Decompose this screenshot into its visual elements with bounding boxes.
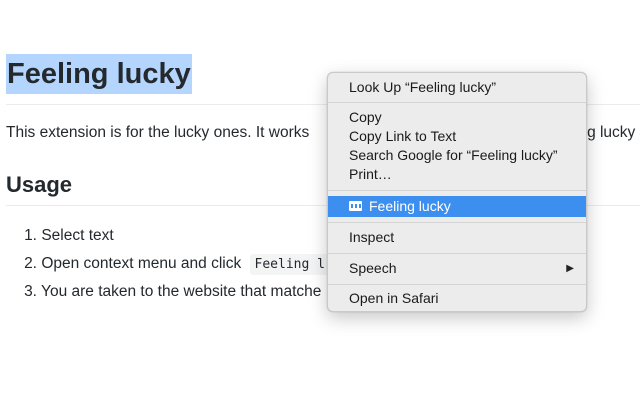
menu-separator <box>328 253 586 254</box>
list-item: 1. Select text <box>6 222 330 250</box>
menu-item-feeling-lucky[interactable]: Feeling lucky <box>328 196 586 217</box>
usage-heading: Usage <box>6 172 73 197</box>
step-number: 2. <box>24 255 37 272</box>
menu-item-label: Feeling lucky <box>369 198 451 214</box>
intro-text: This extension is for the lucky ones. It… <box>6 124 310 141</box>
menu-item-look-up[interactable]: Look Up “Feeling lucky” <box>328 78 586 97</box>
step-text: Open context menu and click <box>41 255 242 272</box>
inline-code: Feeling l <box>249 254 330 275</box>
page-title[interactable]: Feeling lucky <box>6 54 192 94</box>
menu-item-speech[interactable]: Speech ▶ <box>328 259 586 278</box>
menu-item-label: Speech <box>349 260 397 276</box>
context-menu: Look Up “Feeling lucky” Copy Copy Link t… <box>327 72 587 312</box>
menu-separator <box>328 222 586 223</box>
menu-item-print[interactable]: Print… <box>328 165 586 184</box>
step-text: You are taken to the website that matche <box>41 283 322 300</box>
menu-item-copy[interactable]: Copy <box>328 108 586 127</box>
menu-item-search-google[interactable]: Search Google for “Feeling lucky” <box>328 146 586 165</box>
submenu-arrow-icon: ▶ <box>566 263 574 274</box>
step-text: Select text <box>41 227 114 244</box>
list-item: 2. Open context menu and click Feeling l <box>6 250 330 278</box>
menu-separator <box>328 190 586 191</box>
extension-icon <box>349 200 362 211</box>
page: Feeling lucky This extension is for the … <box>0 0 640 400</box>
list-item: 3. You are taken to the website that mat… <box>6 278 330 306</box>
usage-steps: 1. Select text 2. Open context menu and … <box>6 222 330 306</box>
menu-item-inspect[interactable]: Inspect <box>328 228 586 247</box>
menu-separator <box>328 284 586 285</box>
step-number: 3. <box>24 283 37 300</box>
menu-item-open-in-safari[interactable]: Open in Safari <box>328 289 586 308</box>
step-number: 1. <box>24 227 37 244</box>
menu-separator <box>328 102 586 103</box>
menu-item-copy-link-to-text[interactable]: Copy Link to Text <box>328 127 586 146</box>
